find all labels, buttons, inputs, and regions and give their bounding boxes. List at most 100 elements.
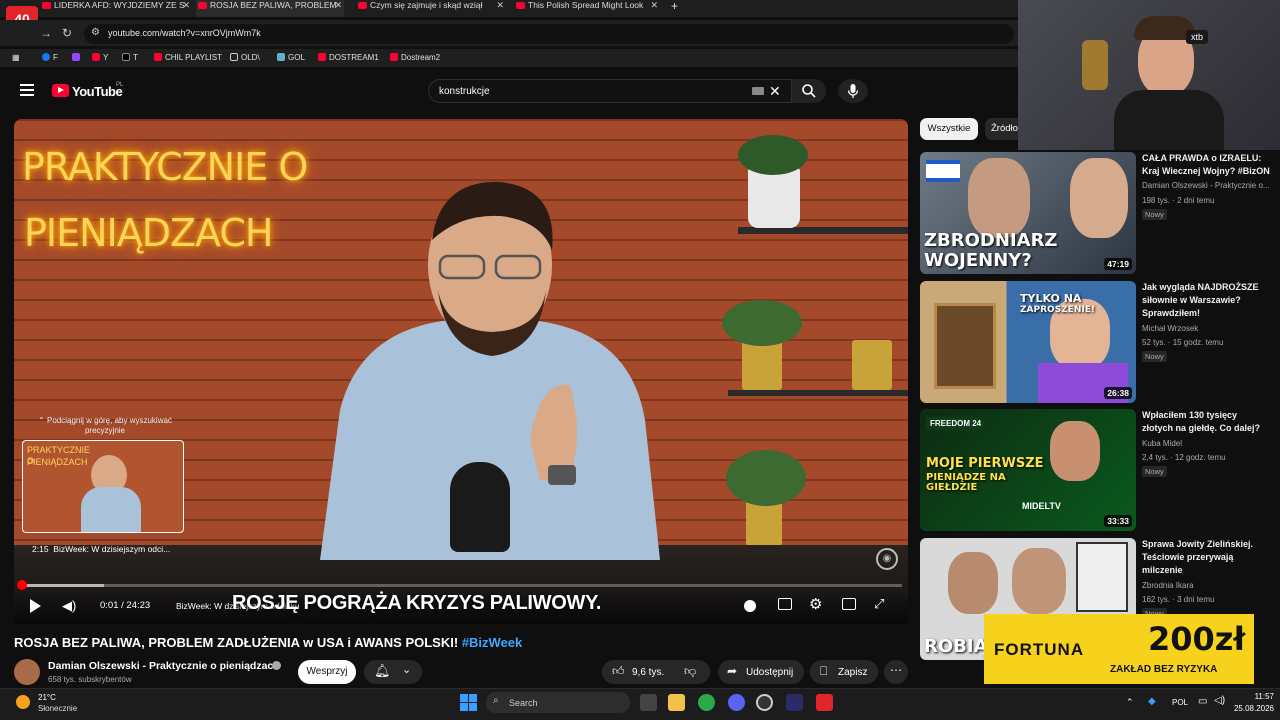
neon-sign-line1: PRAKTYCZNIE O [22, 145, 308, 189]
subscribe-bell-button[interactable]: 🔔︎ ⌄ [364, 660, 422, 684]
thumbs-up-icon[interactable]: 👍︎ [612, 664, 625, 679]
share-icon: ➦ [727, 664, 738, 678]
progress-buffer [24, 584, 104, 587]
youtube-logo-icon[interactable] [52, 84, 69, 97]
recommendation-channel[interactable]: Kuba Midel [1142, 439, 1182, 448]
close-tab-icon[interactable]: ✕ [496, 0, 504, 11]
browser-tab[interactable]: LIDERKA AFD: WYJDZIEMY ZE S ✕ [40, 0, 192, 17]
settings-gear-icon[interactable]: ⚙ [809, 595, 822, 613]
bookmark-dostream1[interactable]: DOSTREAM1 [318, 53, 379, 62]
plant-leaves [722, 300, 802, 346]
recommendation-meta: 162 tys. · 3 dni temu [1142, 595, 1215, 604]
support-button[interactable]: Wesprzyj [298, 660, 356, 684]
search-button[interactable] [792, 79, 826, 103]
recommendation-channel[interactable]: Michał Wrzosek [1142, 324, 1198, 333]
video-title: ROSJA BEZ PALIWA, PROBLEM ZADŁUŻENIA w U… [14, 635, 523, 650]
video-thumbnail[interactable]: TYLKO NA ZAPROSZENIE! 26:38 [920, 281, 1136, 403]
recommendation-title[interactable]: Jak wygląda NAJDROŻSZE siłownie w Warsza… [1142, 281, 1270, 320]
close-tab-icon[interactable]: ✕ [182, 0, 190, 11]
network-icon[interactable]: ▭ [1198, 696, 1207, 707]
thumbnail-face [1050, 421, 1100, 481]
volume-icon[interactable]: ◀) [62, 598, 76, 614]
video-thumbnail[interactable]: ZBRODNIARZ WOJENNY? 47:19 [920, 152, 1136, 274]
bookmark-gol[interactable]: GOL [277, 53, 305, 62]
bookmark-x[interactable]: T [122, 53, 138, 62]
theater-mode-icon[interactable] [842, 598, 856, 610]
taskbar-clock[interactable]: 11:57 [1224, 692, 1274, 701]
view-count: 2,4 tys. [1142, 453, 1168, 462]
chrome-icon[interactable] [698, 694, 715, 711]
apps-grid-icon[interactable]: ▦ [12, 53, 20, 62]
more-actions-icon[interactable]: ⋯ [884, 660, 908, 684]
new-tab-icon[interactable]: + [671, 0, 678, 13]
task-view-icon[interactable] [640, 694, 657, 711]
tray-overflow-icon[interactable]: ⌃ [1126, 697, 1134, 708]
close-tab-icon[interactable]: ✕ [650, 0, 658, 11]
tray-app-icon[interactable]: ◆ [1148, 696, 1156, 707]
video-thumbnail[interactable]: FREEDOM 24 MOJE PIERWSZE PIENIĄDZE NA GI… [920, 409, 1136, 531]
bookmark-twitch[interactable] [72, 53, 83, 62]
chip-all[interactable]: Wszystkie [920, 118, 978, 140]
youtube-app-icon[interactable] [816, 694, 833, 711]
thumbnail-text: ZAPROSZENIE! [1020, 305, 1095, 315]
autoplay-toggle-icon[interactable] [744, 600, 756, 612]
recommendation-channel[interactable]: Zbrodnia Ikara [1142, 581, 1194, 590]
trophy [1082, 40, 1108, 90]
recommendation-title[interactable]: Sprawa Jowity Zielińskiej. Teściowie prz… [1142, 538, 1270, 577]
input-language[interactable]: POL [1172, 698, 1188, 707]
thumbnail-door [934, 303, 996, 389]
view-count: 162 tys. [1142, 595, 1171, 604]
site-info-icon[interactable]: ⚙ [91, 27, 100, 38]
discord-icon[interactable] [728, 694, 745, 711]
recommendation-channel[interactable]: Damian Olszewski - Praktycznie o... [1142, 181, 1270, 190]
like-count: 9,6 tys. [632, 667, 665, 678]
browser-tab[interactable]: This Polish Spread Might Look ✕ [514, 0, 660, 17]
channel-name[interactable]: Damian Olszewski - Praktycznie o pieniąd… [48, 660, 280, 672]
recommendation-item[interactable]: FREEDOM 24 MOJE PIERWSZE PIENIĄDZE NA GI… [920, 409, 1270, 531]
weather-condition[interactable]: Słonecznie [38, 704, 77, 713]
bell-icon: 🔔︎ [374, 663, 391, 678]
recommendation-title[interactable]: CAŁA PRAWDA o IZRAELU: Kraj Wiecznej Woj… [1142, 152, 1270, 178]
close-tab-icon[interactable]: ✕ [334, 0, 342, 11]
weather-sun-icon[interactable] [16, 695, 30, 709]
fullscreen-icon[interactable]: ⤢ [874, 596, 884, 612]
keyboard-icon[interactable] [752, 87, 764, 95]
app-icon[interactable] [786, 694, 803, 711]
bookmark-dostream2[interactable]: Dostream2 [390, 53, 440, 62]
browser-tab-active[interactable]: ROSJA BEZ PALIWA, PROBLEM ✕ [196, 0, 344, 17]
obs-icon[interactable] [756, 694, 773, 711]
thumbnail-text: MOJE PIERWSZE [926, 456, 1044, 471]
bookmark-youtube[interactable]: Y [92, 53, 108, 62]
play-icon[interactable] [30, 599, 41, 613]
recommendation-item[interactable]: TYLKO NA ZAPROSZENIE! 26:38 Jak wygląda … [920, 281, 1270, 403]
recommendation-item[interactable]: ZBRODNIARZ WOJENNY? 47:19 CAŁA PRAWDA o … [920, 152, 1270, 274]
twitch-icon [72, 53, 80, 61]
subtitles-icon[interactable] [778, 598, 792, 610]
taskbar-date[interactable]: 25.08.2026 [1224, 704, 1274, 713]
windows-start-icon[interactable] [460, 694, 478, 712]
progress-bar[interactable] [22, 584, 902, 587]
youtube-logo-text[interactable]: YouTube [72, 84, 123, 99]
hamburger-menu-icon[interactable] [20, 84, 34, 96]
preview-neon: PIENIĄDZACH [27, 457, 88, 467]
bookmark-facebook[interactable]: F [42, 53, 58, 62]
preview-timestamp: 2:15 BizWeek: W dzisiejszym odci... [32, 544, 171, 554]
channel-avatar[interactable] [14, 659, 40, 685]
clear-search-icon[interactable]: ✕ [769, 83, 781, 100]
bookmark-old-folder[interactable]: OLD\ [230, 53, 260, 62]
hashtag-link[interactable]: #BizWeek [462, 635, 522, 650]
channel-watermark-icon[interactable]: ◉ [876, 548, 898, 570]
progress-scrubber[interactable] [17, 580, 27, 590]
taskbar-search-input[interactable]: ⌕ [486, 692, 630, 713]
bookmark-chil-playlist[interactable]: CHIL PLAYLIST [154, 53, 222, 62]
weather-temperature[interactable]: 21°C [38, 693, 56, 702]
webcam-overlay [1018, 0, 1280, 150]
browser-tab[interactable]: Czym się zajmuje i skąd wziął ✕ [356, 0, 506, 17]
forward-icon[interactable]: → [40, 26, 52, 40]
thumbs-down-icon[interactable]: 👎︎ [684, 664, 696, 679]
file-explorer-icon[interactable] [668, 694, 685, 711]
reload-icon[interactable]: ↻ [62, 26, 72, 40]
plant-pot [746, 500, 782, 546]
recommendation-title[interactable]: Wpłaciłem 130 tysięcy złotych na giełdę.… [1142, 409, 1270, 435]
voice-search-button[interactable] [838, 79, 868, 103]
